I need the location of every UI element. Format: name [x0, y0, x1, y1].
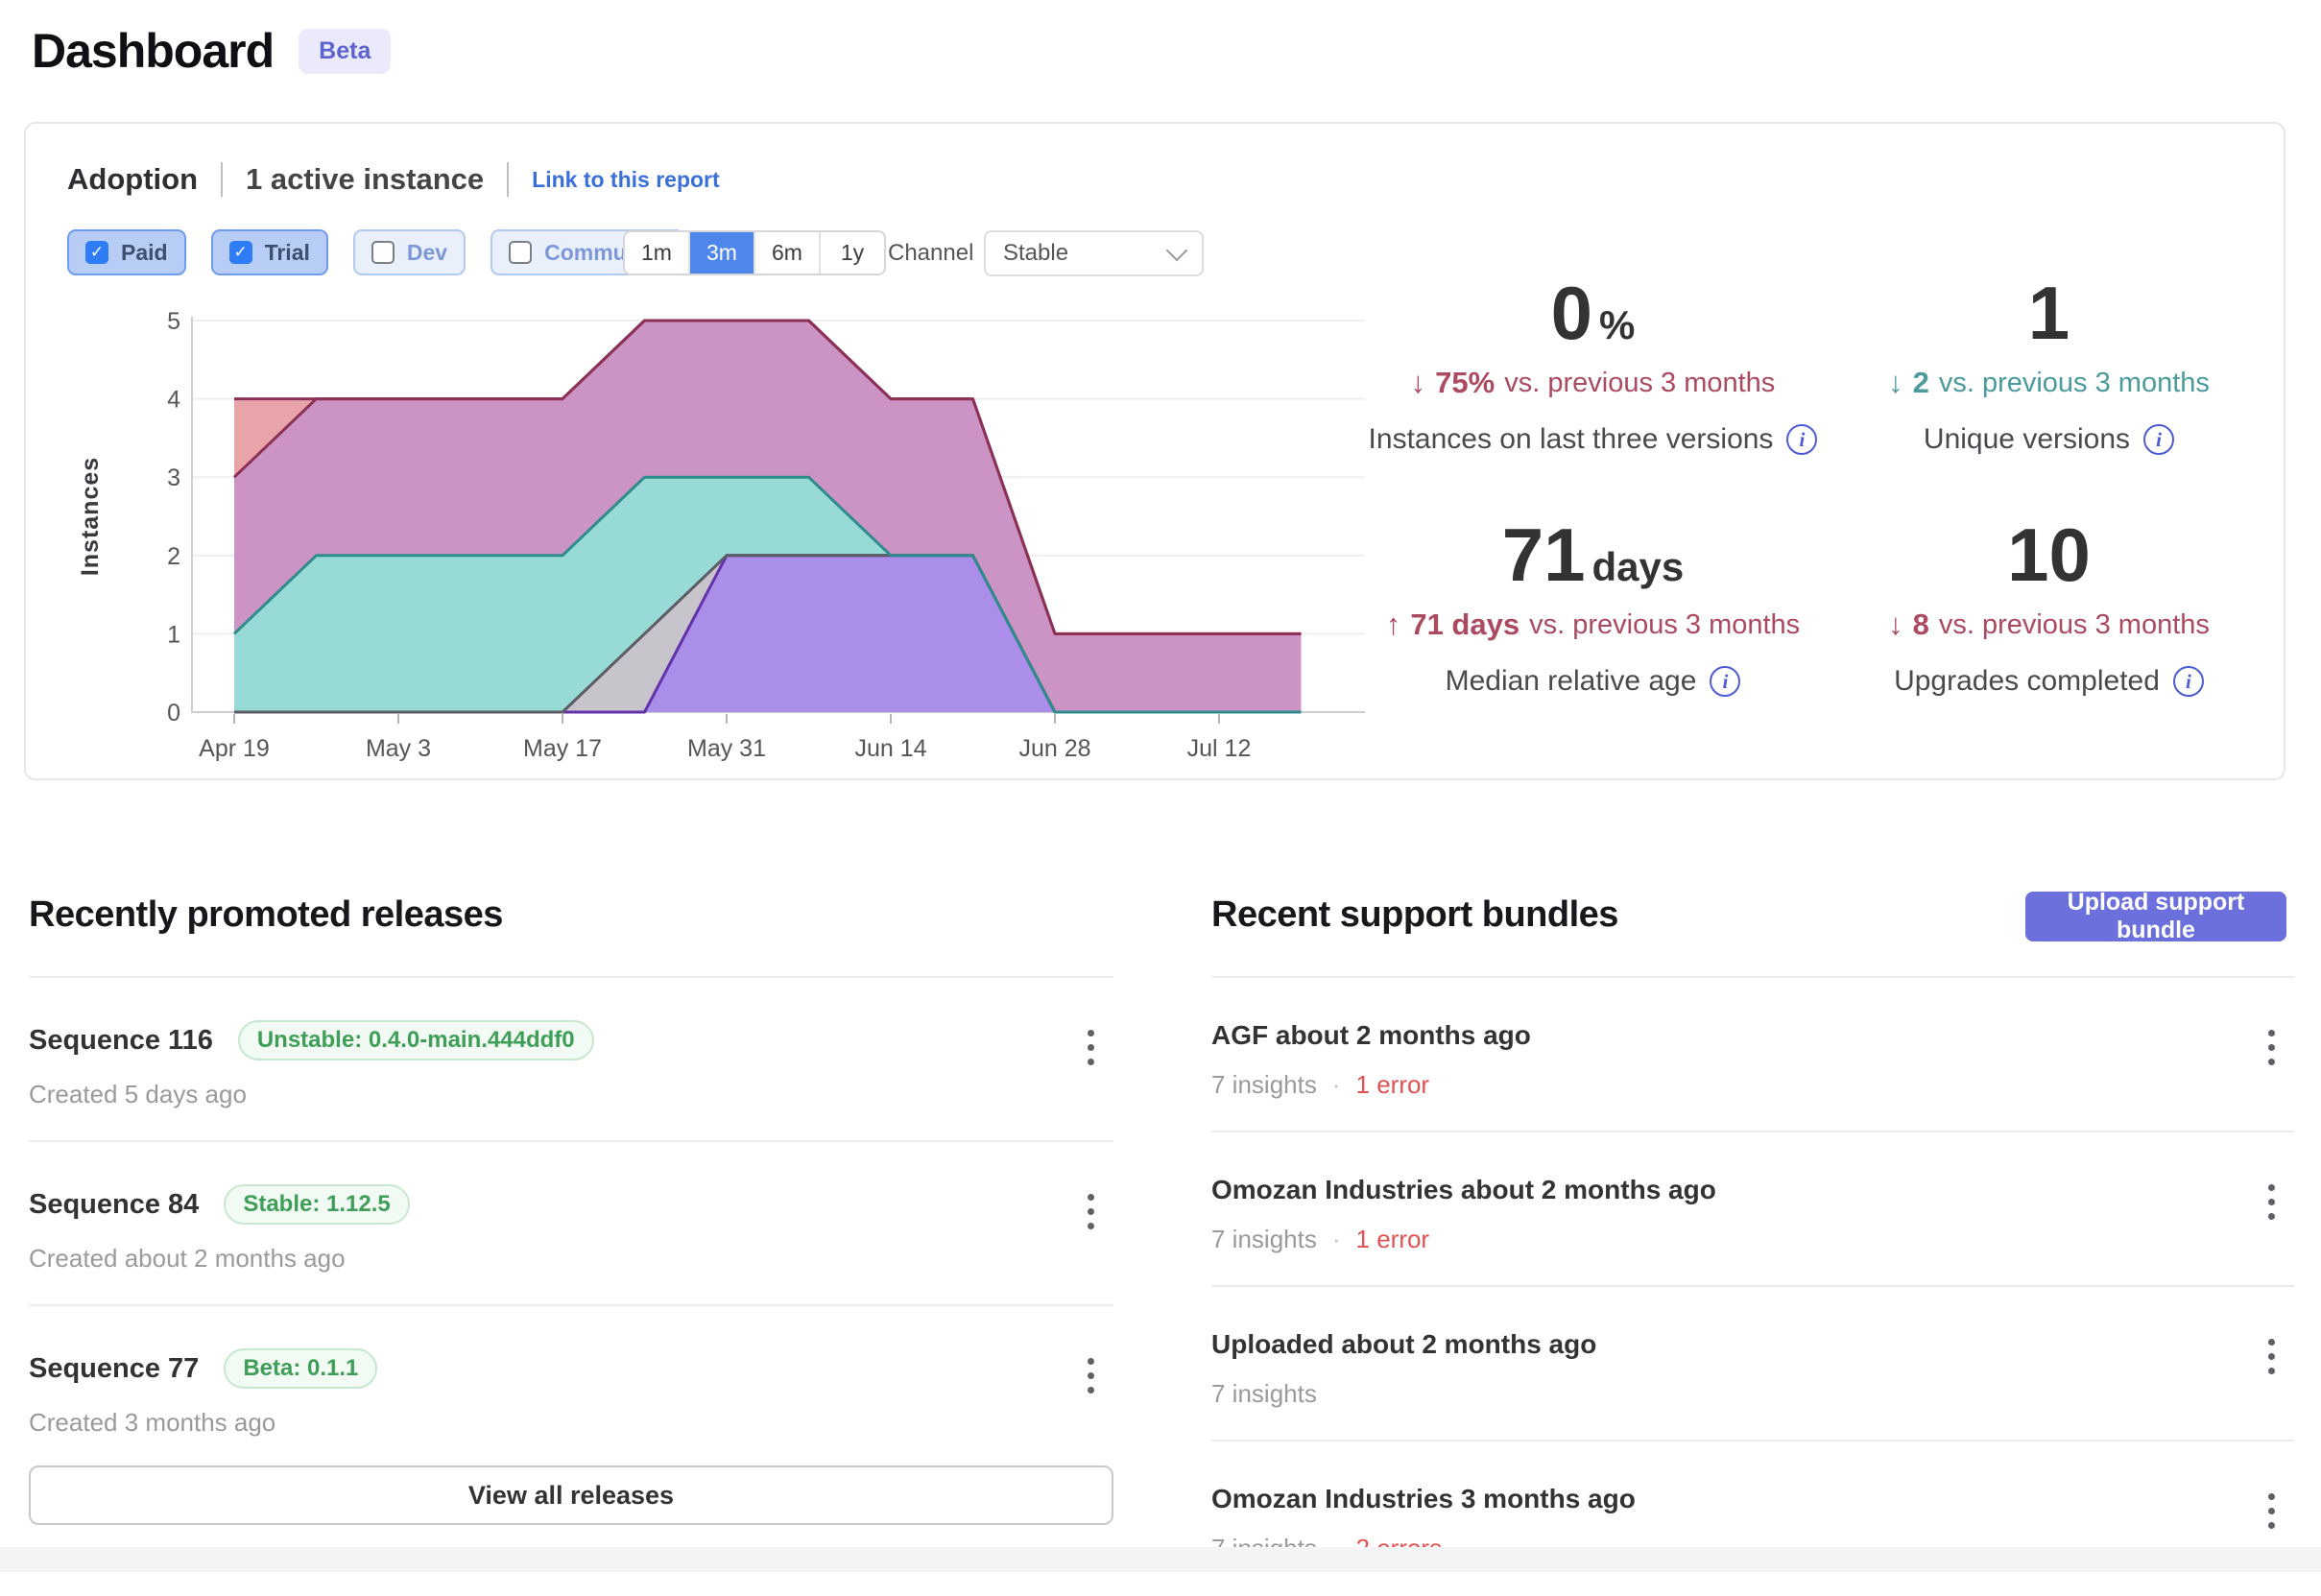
divider: [221, 162, 223, 197]
checkbox-icon: [229, 241, 252, 264]
kebab-menu-icon[interactable]: [2262, 1179, 2281, 1226]
bundle-insights: 7 insights: [1211, 1379, 1317, 1409]
svg-text:May 3: May 3: [366, 735, 431, 762]
bundle-title: Uploaded about 2 months ago: [1211, 1329, 1596, 1360]
kebab-menu-icon[interactable]: [1082, 1352, 1100, 1399]
filter-paid-checkbox[interactable]: Paid: [67, 229, 186, 275]
bundle-row: Omozan Industries 3 months ago 7 insight…: [1211, 1441, 2294, 1596]
bundle-row: AGF about 2 months ago 7 insights · 1 erro…: [1211, 978, 2294, 1132]
release-row: Sequence 116 Unstable: 0.4.0-main.444ddf0…: [29, 978, 1113, 1142]
range-1y[interactable]: 1y: [819, 232, 884, 274]
checkbox-icon: [509, 241, 532, 264]
release-created: Created 3 months ago: [29, 1408, 1113, 1438]
stat-delta: ↓2vs. previous 3 months: [1888, 366, 2210, 400]
releases-heading: Recently promoted releases: [29, 894, 503, 936]
svg-text:0: 0: [167, 700, 180, 727]
adoption-title: Adoption: [67, 162, 198, 197]
stat-upgrades-completed: 10 ↓8vs. previous 3 months Upgrades comp…: [1888, 517, 2210, 698]
stat-delta: ↓75%vs. previous 3 months: [1369, 366, 1818, 400]
page-bottom-strip: [0, 1547, 2321, 1572]
svg-text:Apr 19: Apr 19: [199, 735, 270, 762]
kebab-menu-icon[interactable]: [1082, 1024, 1100, 1071]
kebab-menu-icon[interactable]: [2262, 1024, 2281, 1071]
adoption-card: Adoption 1 active instance Link to this …: [24, 122, 2285, 780]
chevron-down-icon: [1166, 239, 1188, 261]
releases-list: Sequence 116 Unstable: 0.4.0-main.444ddf0…: [29, 976, 1113, 1470]
bundle-insights: 7 insights: [1211, 1070, 1317, 1100]
bundle-row: Omozan Industries about 2 months ago 7 i…: [1211, 1132, 2294, 1287]
beta-badge: Beta: [299, 29, 391, 74]
release-created: Created 5 days ago: [29, 1080, 1113, 1109]
checkbox-icon: [371, 241, 395, 264]
release-name: Sequence 116: [29, 1025, 213, 1057]
kebab-menu-icon[interactable]: [1082, 1188, 1100, 1235]
svg-text:4: 4: [167, 387, 180, 414]
bundle-errors: 1 error: [1356, 1225, 1430, 1254]
kebab-menu-icon[interactable]: [2262, 1333, 2281, 1380]
stat-delta: ↑71 daysvs. previous 3 months: [1386, 607, 1800, 642]
svg-text:1: 1: [167, 621, 180, 648]
adoption-chart[interactable]: 0 1 2 3 4 5 Apr 19 May 3 May 17 May 31 Jun 14 Jun 2…: [26, 287, 1379, 805]
bundle-row: Uploaded about 2 months ago 7 insights·: [1211, 1287, 2294, 1441]
license-filters: Paid Trial Dev Community: [67, 229, 684, 275]
page-header: Dashboard Beta: [32, 23, 391, 79]
info-icon[interactable]: i: [1786, 424, 1817, 455]
arrow-down-icon: ↓: [1888, 366, 1903, 400]
release-name: Sequence 84: [29, 1189, 199, 1221]
stat-unique-versions: 1 ↓2vs. previous 3 months Unique version…: [1888, 275, 2210, 517]
range-3m[interactable]: 3m: [688, 232, 754, 274]
bundle-title: AGF about 2 months ago: [1211, 1020, 1531, 1051]
bundle-errors: 1 error: [1356, 1070, 1430, 1100]
time-range-selector: 1m 3m 6m 1y: [623, 230, 886, 275]
stat-delta: ↓8vs. previous 3 months: [1888, 607, 2210, 642]
bundle-title: Omozan Industries about 2 months ago: [1211, 1175, 1716, 1205]
arrow-down-icon: ↓: [1411, 366, 1426, 400]
range-6m[interactable]: 6m: [754, 232, 819, 274]
support-bundles-list: AGF about 2 months ago 7 insights · 1 erro…: [1211, 976, 2294, 1596]
dot-separator: ·: [1332, 1070, 1341, 1100]
checkbox-icon: [85, 241, 108, 264]
release-version-badge: Stable: 1.12.5: [224, 1184, 409, 1225]
adoption-stats: 0% ↓75%vs. previous 3 months Instances o…: [1365, 275, 2277, 698]
svg-text:Instances: Instances: [77, 457, 104, 576]
filter-dev-checkbox[interactable]: Dev: [353, 229, 466, 275]
svg-text:May 31: May 31: [687, 735, 766, 762]
info-icon[interactable]: i: [1710, 666, 1740, 697]
svg-text:May 17: May 17: [523, 735, 602, 762]
release-name: Sequence 77: [29, 1353, 199, 1385]
release-row: Sequence 77 Beta: 0.1.1 Created 3 months …: [29, 1306, 1113, 1470]
svg-text:2: 2: [167, 543, 180, 570]
arrow-up-icon: ↑: [1386, 607, 1401, 642]
bundle-insights: 7 insights: [1211, 1225, 1317, 1254]
svg-text:3: 3: [167, 465, 180, 491]
svg-text:Jun 28: Jun 28: [1018, 735, 1090, 762]
bundles-heading: Recent support bundles: [1211, 894, 1618, 936]
link-to-report[interactable]: Link to this report: [532, 167, 720, 193]
adoption-header: Adoption 1 active instance Link to this …: [67, 162, 720, 197]
release-row: Sequence 84 Stable: 1.12.5 Created about …: [29, 1142, 1113, 1306]
svg-text:5: 5: [167, 308, 180, 335]
channel-select[interactable]: Stable: [984, 230, 1204, 276]
arrow-down-icon: ↓: [1888, 607, 1903, 642]
info-icon[interactable]: i: [2143, 424, 2174, 455]
kebab-menu-icon[interactable]: [2262, 1488, 2281, 1535]
release-version-badge: Unstable: 0.4.0-main.444ddf0: [238, 1020, 594, 1060]
divider: [507, 162, 509, 197]
stat-instances-last-three-versions: 0% ↓75%vs. previous 3 months Instances o…: [1369, 275, 1818, 517]
page-title: Dashboard: [32, 23, 274, 79]
info-icon[interactable]: i: [2173, 666, 2204, 697]
channel-label: Channel: [888, 240, 973, 267]
range-1m[interactable]: 1m: [625, 232, 688, 274]
active-instance-count: 1 active instance: [246, 162, 484, 197]
svg-text:Jul 12: Jul 12: [1187, 735, 1252, 762]
view-all-releases-button[interactable]: View all releases: [29, 1465, 1113, 1525]
release-version-badge: Beta: 0.1.1: [224, 1348, 377, 1389]
stat-median-relative-age: 71days ↑71 daysvs. previous 3 months Med…: [1386, 517, 1800, 698]
upload-support-bundle-button[interactable]: Upload support bundle: [2025, 892, 2286, 941]
release-created: Created about 2 months ago: [29, 1244, 1113, 1274]
svg-text:Jun 14: Jun 14: [854, 735, 926, 762]
bundle-title: Omozan Industries 3 months ago: [1211, 1484, 1636, 1514]
dot-separator: ·: [1332, 1225, 1341, 1254]
filter-trial-checkbox[interactable]: Trial: [211, 229, 328, 275]
